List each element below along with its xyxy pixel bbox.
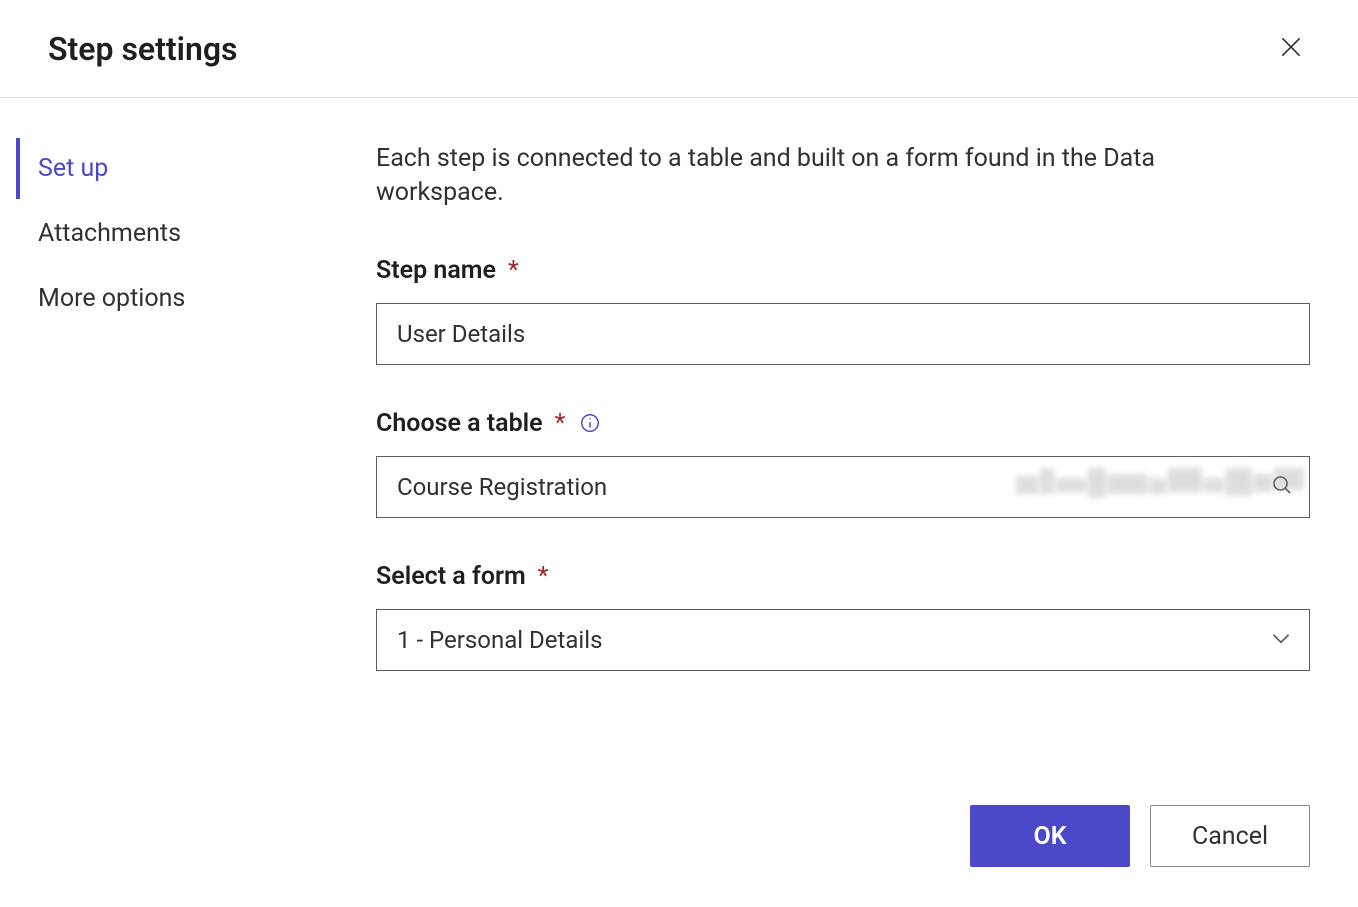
sidebar: Set up Attachments More options	[0, 98, 340, 907]
choose-table-input[interactable]	[376, 456, 1310, 518]
ok-button[interactable]: OK	[970, 805, 1130, 867]
step-name-input[interactable]	[376, 303, 1310, 365]
info-icon[interactable]	[579, 412, 601, 434]
sidebar-item-attachments[interactable]: Attachments	[16, 203, 340, 264]
choose-table-label: Choose a table *	[376, 409, 601, 438]
sidebar-item-setup[interactable]: Set up	[16, 138, 340, 199]
choose-table-lookup[interactable]	[376, 456, 1310, 518]
sidebar-item-label: Attachments	[38, 219, 181, 248]
select-form-label: Select a form *	[376, 562, 548, 591]
required-indicator: *	[508, 256, 519, 285]
dialog-header: Step settings	[0, 0, 1358, 98]
field-select-form: Select a form * 1 - Personal Details	[376, 562, 1310, 671]
select-form-value[interactable]: 1 - Personal Details	[376, 609, 1310, 671]
sidebar-item-more-options[interactable]: More options	[16, 268, 340, 329]
step-settings-dialog: Step settings Set up Attachments More op…	[0, 0, 1358, 907]
dialog-body: Set up Attachments More options Each ste…	[0, 98, 1358, 907]
panel-description: Each step is connected to a table and bu…	[376, 142, 1256, 210]
cancel-button[interactable]: Cancel	[1150, 805, 1310, 867]
required-indicator: *	[555, 409, 566, 438]
sidebar-item-label: Set up	[38, 154, 108, 183]
label-text: Select a form	[376, 562, 526, 591]
field-choose-table: Choose a table *	[376, 409, 1310, 518]
close-button[interactable]	[1272, 28, 1310, 69]
step-name-label: Step name *	[376, 256, 519, 285]
sidebar-item-label: More options	[38, 284, 185, 313]
dialog-footer: OK Cancel	[970, 805, 1310, 867]
label-text: Step name	[376, 256, 496, 285]
select-form-dropdown[interactable]: 1 - Personal Details	[376, 609, 1310, 671]
required-indicator: *	[538, 562, 549, 591]
field-step-name: Step name *	[376, 256, 1310, 365]
dialog-title: Step settings	[48, 30, 237, 68]
close-icon	[1278, 34, 1304, 63]
content-panel: Each step is connected to a table and bu…	[340, 98, 1358, 907]
label-text: Choose a table	[376, 409, 543, 438]
